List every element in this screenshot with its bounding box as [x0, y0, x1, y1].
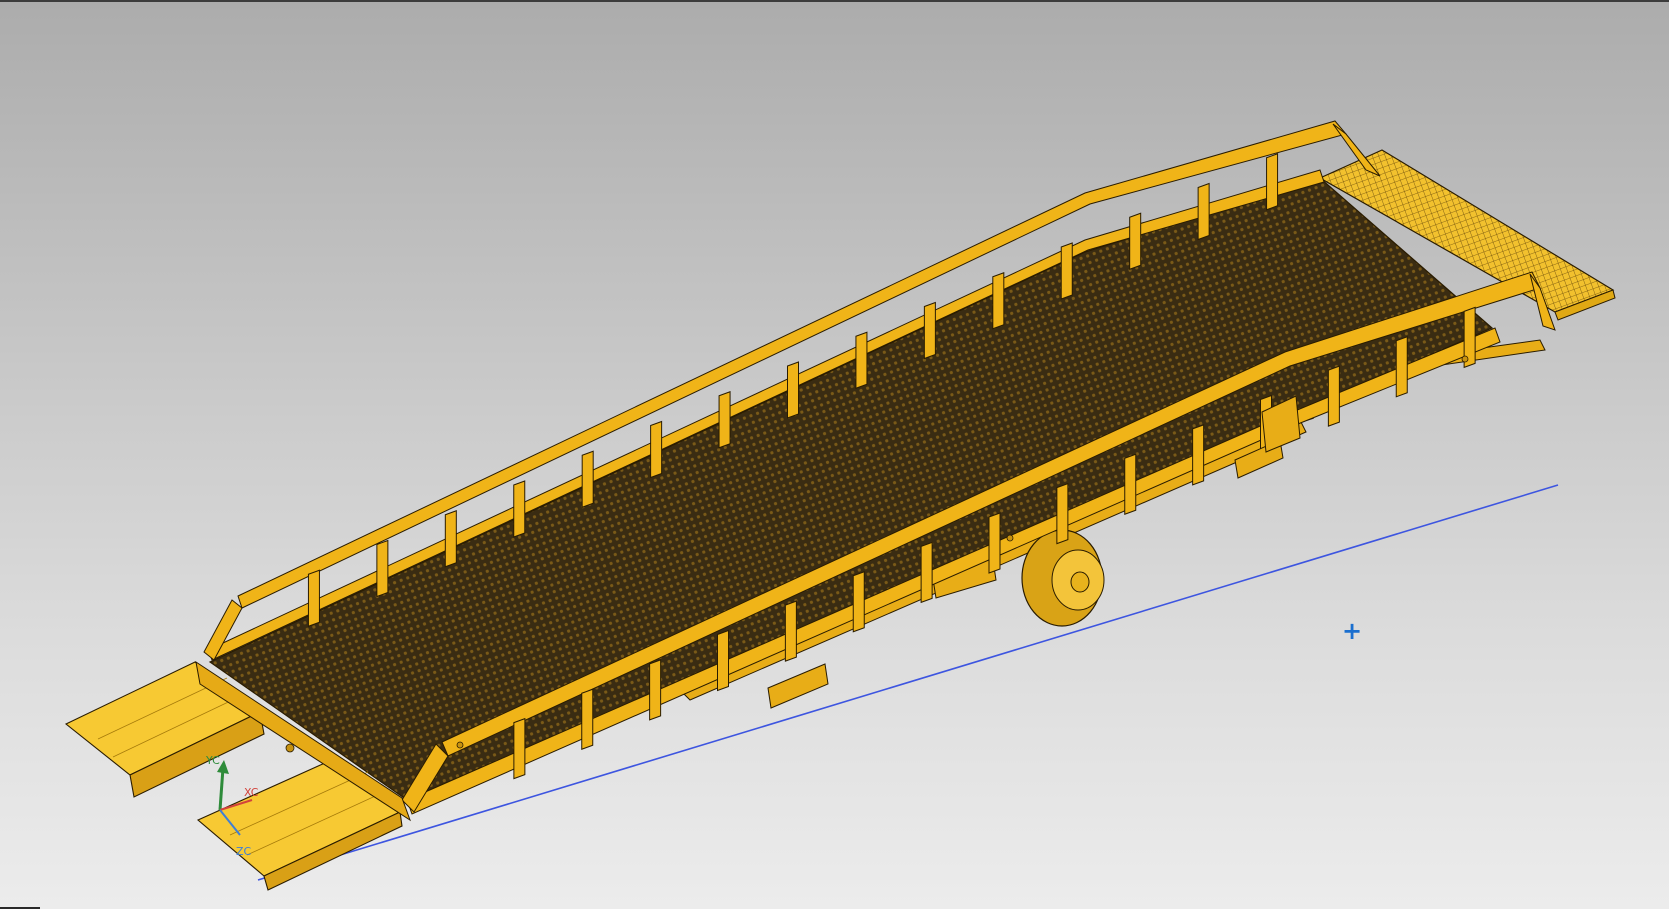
- right-railing-post: [649, 659, 662, 721]
- right-railing-post: [988, 512, 1001, 574]
- right-railing-post: [717, 629, 729, 692]
- left-railing-post: [855, 331, 868, 389]
- left-railing-post: [787, 361, 799, 419]
- left-railing-post: [513, 480, 526, 538]
- left-railing-post: [444, 510, 457, 568]
- left-railing-post: [718, 391, 731, 449]
- right-railing-post: [581, 688, 594, 750]
- ramp-deck[interactable]: [208, 177, 1494, 801]
- left-railing-post: [1266, 153, 1279, 211]
- right-railing-post: [1327, 365, 1340, 427]
- left-railing-post: [376, 539, 389, 598]
- left-railing-post: [1197, 182, 1210, 241]
- x-axis-label: XC: [244, 786, 259, 799]
- cad-viewport[interactable]: YC XC ZC +: [0, 0, 1669, 909]
- right-railing-post: [1192, 424, 1205, 486]
- wheel-hub: [1070, 571, 1090, 593]
- left-railing-post: [1060, 242, 1073, 300]
- y-axis-icon: [218, 767, 225, 811]
- right-railing-post: [1056, 482, 1069, 545]
- right-railing-post: [784, 600, 797, 662]
- right-railing-post: [852, 571, 865, 633]
- lip-plate-left[interactable]: [64, 661, 262, 776]
- left-railing-post: [992, 272, 1005, 330]
- left-railing-post: [923, 301, 936, 360]
- lip-plate-right[interactable]: [196, 757, 402, 877]
- left-railing-post: [307, 569, 320, 627]
- y-axis-label: YC: [205, 754, 220, 767]
- right-railing-post: [1395, 336, 1408, 398]
- wheel[interactable]: [1021, 529, 1105, 627]
- right-railing-post: [513, 717, 526, 780]
- right-railing-post: [1124, 453, 1137, 515]
- crosshair-icon: +: [1342, 617, 1362, 645]
- right-railing-post: [920, 541, 933, 604]
- left-railing-post: [650, 420, 663, 479]
- model-scene[interactable]: YC XC ZC +: [0, 0, 1669, 909]
- left-railing-post: [1129, 212, 1142, 270]
- left-railing-post: [581, 450, 594, 508]
- z-axis-label: ZC: [236, 845, 252, 858]
